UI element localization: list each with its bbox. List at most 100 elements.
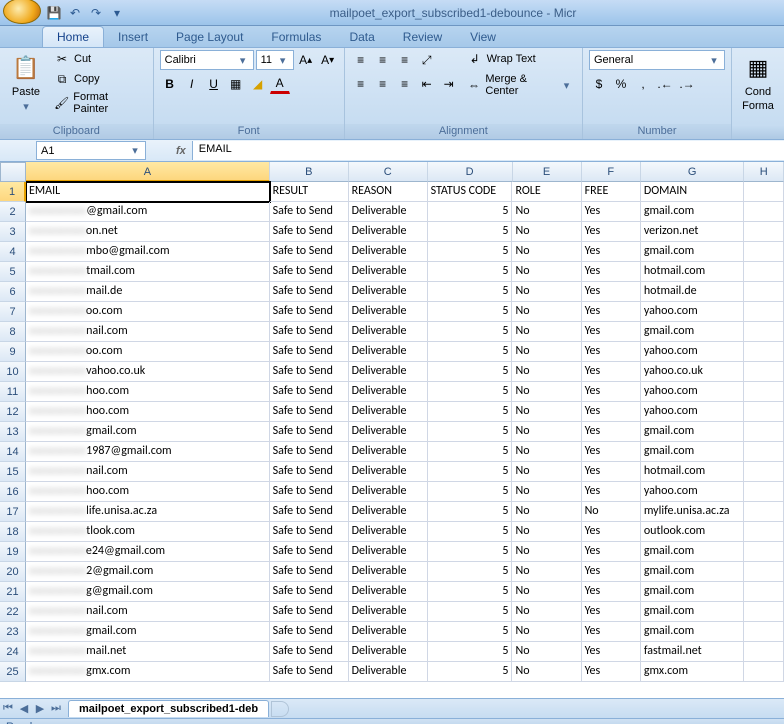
cell[interactable]: No bbox=[512, 502, 581, 522]
row-header[interactable]: 18 bbox=[0, 522, 26, 542]
cell[interactable]: xxxxxxxxxxxtlook.com bbox=[26, 522, 270, 542]
cell[interactable]: 5 bbox=[428, 442, 513, 462]
cut-button[interactable]: ✂Cut bbox=[50, 50, 147, 68]
cell[interactable]: Safe to Send bbox=[270, 222, 349, 242]
cell[interactable]: Safe to Send bbox=[270, 202, 349, 222]
cell[interactable]: Safe to Send bbox=[270, 342, 349, 362]
cell[interactable] bbox=[744, 342, 784, 362]
cell[interactable]: xxxxxxxxxxxoo.com bbox=[26, 302, 270, 322]
office-button[interactable] bbox=[3, 0, 41, 24]
cell[interactable]: yahoo.co.uk bbox=[641, 362, 745, 382]
row-header[interactable]: 12 bbox=[0, 402, 26, 422]
cell[interactable]: Safe to Send bbox=[270, 402, 349, 422]
cell[interactable]: gmail.com bbox=[641, 442, 745, 462]
cell[interactable]: Yes bbox=[582, 282, 641, 302]
font-size-select[interactable]: 11▾ bbox=[256, 50, 294, 70]
row-header[interactable]: 17 bbox=[0, 502, 26, 522]
cell[interactable]: Safe to Send bbox=[270, 662, 349, 682]
cell[interactable]: Deliverable bbox=[349, 562, 428, 582]
cell[interactable]: hotmail.com bbox=[641, 262, 745, 282]
cell[interactable]: Yes bbox=[582, 622, 641, 642]
cell[interactable]: RESULT bbox=[270, 182, 349, 202]
cell[interactable]: Deliverable bbox=[349, 382, 428, 402]
cell[interactable]: 5 bbox=[428, 462, 513, 482]
cell[interactable] bbox=[744, 642, 784, 662]
cell[interactable]: Yes bbox=[582, 422, 641, 442]
cell[interactable]: Yes bbox=[582, 542, 641, 562]
cell[interactable]: outlook.com bbox=[641, 522, 745, 542]
orientation-icon[interactable]: ⤢ bbox=[417, 50, 437, 70]
cell[interactable]: Yes bbox=[582, 262, 641, 282]
cell[interactable]: Yes bbox=[582, 522, 641, 542]
cell[interactable] bbox=[744, 222, 784, 242]
row-header[interactable]: 13 bbox=[0, 422, 26, 442]
tab-data[interactable]: Data bbox=[335, 27, 388, 47]
cell[interactable]: Safe to Send bbox=[270, 642, 349, 662]
cell[interactable]: Yes bbox=[582, 222, 641, 242]
row-header[interactable]: 2 bbox=[0, 202, 26, 222]
cell[interactable] bbox=[744, 282, 784, 302]
cell[interactable]: xxxxxxxxxxxnail.com bbox=[26, 602, 270, 622]
cell[interactable]: 5 bbox=[428, 502, 513, 522]
row-header[interactable]: 7 bbox=[0, 302, 26, 322]
fill-color-button[interactable]: ◢ bbox=[248, 74, 268, 94]
cell[interactable]: xxxxxxxxxxxvahoo.co.uk bbox=[26, 362, 270, 382]
cell[interactable] bbox=[744, 242, 784, 262]
cell[interactable]: 5 bbox=[428, 602, 513, 622]
cell[interactable] bbox=[744, 562, 784, 582]
cell[interactable]: hotmail.com bbox=[641, 462, 745, 482]
cell[interactable]: Deliverable bbox=[349, 342, 428, 362]
cell[interactable]: No bbox=[512, 542, 581, 562]
decrease-decimal-icon[interactable]: .→ bbox=[677, 74, 697, 94]
cell[interactable]: No bbox=[512, 382, 581, 402]
cell[interactable]: 5 bbox=[428, 422, 513, 442]
cell[interactable]: No bbox=[512, 582, 581, 602]
cell[interactable]: xxxxxxxxxxxnail.com bbox=[26, 462, 270, 482]
row-header[interactable]: 10 bbox=[0, 362, 26, 382]
row-header[interactable]: 8 bbox=[0, 322, 26, 342]
align-right-icon[interactable]: ≡ bbox=[395, 74, 415, 94]
cell[interactable]: mylife.unisa.ac.za bbox=[641, 502, 745, 522]
tab-insert[interactable]: Insert bbox=[104, 27, 162, 47]
cell[interactable]: xxxxxxxxxxxhoo.com bbox=[26, 382, 270, 402]
cell[interactable]: xxxxxxxxxxxon.net bbox=[26, 222, 270, 242]
row-header[interactable]: 14 bbox=[0, 442, 26, 462]
cell[interactable]: No bbox=[512, 462, 581, 482]
copy-button[interactable]: ⧉Copy bbox=[50, 70, 147, 88]
cell[interactable]: Deliverable bbox=[349, 462, 428, 482]
cell[interactable]: yahoo.com bbox=[641, 342, 745, 362]
cell[interactable]: 5 bbox=[428, 222, 513, 242]
cell[interactable]: xxxxxxxxxxx@gmail.com bbox=[26, 202, 270, 222]
cell[interactable]: No bbox=[512, 602, 581, 622]
next-sheet-icon[interactable]: ▶ bbox=[32, 702, 48, 715]
cell[interactable]: Yes bbox=[582, 242, 641, 262]
underline-button[interactable]: U bbox=[204, 74, 224, 94]
cell[interactable]: gmail.com bbox=[641, 562, 745, 582]
row-header[interactable]: 1 bbox=[0, 182, 26, 202]
cell[interactable]: Deliverable bbox=[349, 502, 428, 522]
cell[interactable]: verizon.net bbox=[641, 222, 745, 242]
cell[interactable]: Deliverable bbox=[349, 322, 428, 342]
cell[interactable]: gmail.com bbox=[641, 202, 745, 222]
cell[interactable]: Safe to Send bbox=[270, 502, 349, 522]
increase-font-icon[interactable]: A▴ bbox=[296, 50, 316, 70]
tab-view[interactable]: View bbox=[456, 27, 510, 47]
align-left-icon[interactable]: ≡ bbox=[351, 74, 371, 94]
cell[interactable]: Yes bbox=[582, 302, 641, 322]
cell[interactable]: 5 bbox=[428, 322, 513, 342]
decrease-indent-icon[interactable]: ⇤ bbox=[417, 74, 437, 94]
cell[interactable] bbox=[744, 662, 784, 682]
cell[interactable]: xxxxxxxxxxxmbo@gmail.com bbox=[26, 242, 270, 262]
format-painter-button[interactable]: 🖌Format Painter bbox=[50, 90, 147, 116]
new-sheet-button[interactable] bbox=[271, 701, 289, 717]
cell[interactable]: 5 bbox=[428, 242, 513, 262]
cell[interactable]: xxxxxxxxxxxhoo.com bbox=[26, 402, 270, 422]
cell[interactable]: gmail.com bbox=[641, 622, 745, 642]
col-header-h[interactable]: H bbox=[744, 162, 783, 182]
cell[interactable]: Deliverable bbox=[349, 302, 428, 322]
cell[interactable]: Yes bbox=[582, 482, 641, 502]
first-sheet-icon[interactable]: ⏮ bbox=[0, 702, 16, 715]
cell[interactable] bbox=[744, 442, 784, 462]
col-header-d[interactable]: D bbox=[428, 162, 513, 182]
percent-icon[interactable]: % bbox=[611, 74, 631, 94]
